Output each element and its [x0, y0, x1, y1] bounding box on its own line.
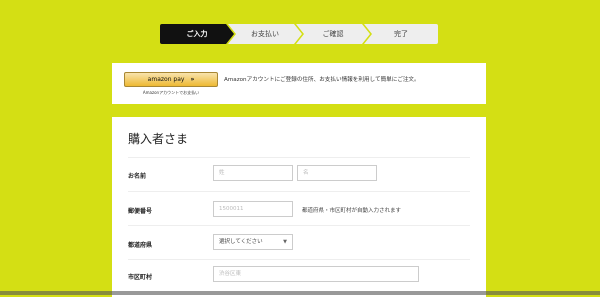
step-complete-label: 完了	[394, 30, 408, 38]
amazon-pay-description: Amazonアカウントにご登録の住所、お支払い情報を利用して簡単にご注文。	[224, 77, 420, 83]
amazon-pay-subtext: Amazonアカウントでお支払い	[142, 90, 200, 95]
amazon-pay-button-label: amazon pay	[147, 76, 185, 83]
step-complete: 完了	[364, 24, 438, 44]
prefecture-label: 都道府県	[128, 242, 153, 249]
step-confirm: ご確認	[296, 24, 370, 44]
form-title: 購入者さま	[128, 132, 189, 146]
amazon-pay-button[interactable]: amazon pay »	[124, 72, 218, 87]
last-name-input[interactable]: 姓	[213, 165, 293, 181]
city-row: 市区町村 渋谷区東	[128, 259, 470, 294]
postal-hint: 都道府県・市区町村が自動入力されます	[302, 208, 402, 214]
bottom-edge	[0, 291, 600, 295]
prefecture-select[interactable]: 選択してください ▼	[213, 234, 293, 250]
postal-row: 郵便番号 1500011 都道府県・市区町村が自動入力されます	[128, 191, 470, 226]
first-name-input[interactable]: 名	[297, 165, 377, 181]
step-input-label: ご入力	[186, 30, 208, 38]
purchaser-form: 購入者さま お名前 姓 名 郵便番号 1500011 都道府県・市区町村が自動入…	[112, 117, 486, 297]
step-input: ご入力	[160, 24, 234, 44]
postal-code-input[interactable]: 1500011	[213, 201, 293, 217]
chevron-down-icon: ▼	[283, 239, 287, 245]
step-confirm-label: ご確認	[322, 30, 344, 38]
postal-label: 郵便番号	[128, 208, 153, 215]
step-payment: お支払い	[228, 24, 302, 44]
city-input[interactable]: 渋谷区東	[213, 266, 419, 282]
city-label: 市区町村	[128, 274, 153, 281]
amazon-pay-panel: amazon pay » Amazonアカウントでお支払い Amazonアカウント…	[112, 63, 486, 104]
step-payment-label: お支払い	[251, 30, 279, 38]
name-row: お名前 姓 名	[128, 157, 470, 192]
double-chevron-icon: »	[190, 76, 195, 83]
prefecture-row: 都道府県 選択してください ▼	[128, 225, 470, 260]
prefecture-select-value: 選択してください	[219, 239, 263, 245]
checkout-steps: ご入力 お支払い ご確認 完了	[160, 24, 438, 44]
name-label: お名前	[128, 173, 147, 180]
